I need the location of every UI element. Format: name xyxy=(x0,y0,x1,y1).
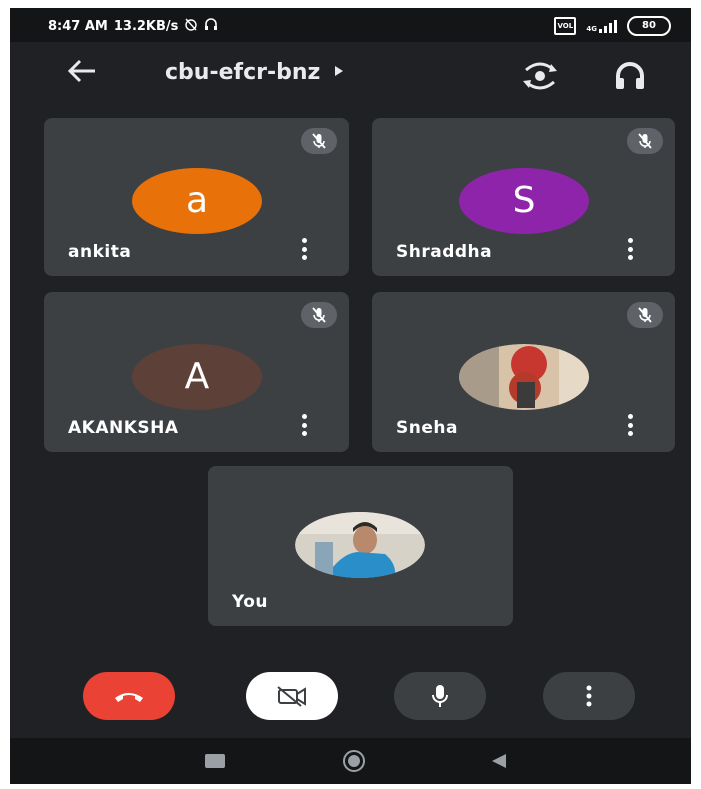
self-photo xyxy=(295,512,425,578)
alarm-off-icon xyxy=(184,17,198,35)
more-options-button[interactable] xyxy=(543,672,635,720)
dot xyxy=(301,238,307,243)
status-time: 8:47 AM xyxy=(48,18,108,34)
triangle-back-icon[interactable] xyxy=(490,752,508,774)
back-button[interactable] xyxy=(62,54,102,94)
meeting-code-button[interactable]: cbu-efcr-bnz xyxy=(165,60,344,85)
circle-icon-inner xyxy=(348,755,360,767)
status-right: VOL 4G 80 xyxy=(554,16,671,36)
call-header: cbu-efcr-bnz xyxy=(10,42,691,104)
switch-camera-button[interactable] xyxy=(520,56,560,96)
profile-photo-image xyxy=(459,344,589,410)
more-options-button[interactable] xyxy=(625,238,635,260)
status-bar: 8:47 AM 13.2KB/s VOL 4G 80 xyxy=(10,8,691,42)
hang-up-icon xyxy=(115,693,143,702)
end-call-button[interactable] xyxy=(83,672,175,720)
dot xyxy=(301,414,307,419)
square-icon[interactable] xyxy=(205,754,225,768)
self-photo-image xyxy=(295,512,425,578)
participant-name: AKANKSHA xyxy=(68,418,179,438)
dot xyxy=(301,422,307,428)
status-left: 8:47 AM 13.2KB/s xyxy=(48,17,218,35)
mic-off-icon xyxy=(627,302,663,328)
switch-camera-icon xyxy=(523,62,557,90)
headphones-icon xyxy=(616,62,644,89)
dot xyxy=(627,431,633,436)
dot xyxy=(301,255,307,260)
participant-tile[interactable]: a ankita xyxy=(44,118,349,276)
dot xyxy=(301,431,307,436)
profile-photo xyxy=(459,344,589,410)
arrow-left-icon xyxy=(67,59,95,83)
participant-tile[interactable]: S Shraddha xyxy=(372,118,675,276)
dot xyxy=(627,414,633,419)
avatar-letter: A xyxy=(184,356,210,397)
signal-icon xyxy=(599,19,617,33)
dot xyxy=(627,238,633,243)
dot xyxy=(627,255,633,260)
audio-output-button[interactable] xyxy=(610,56,650,96)
avatar-letter: a xyxy=(185,180,209,221)
avatar: S xyxy=(459,168,589,234)
signal-group: 4G xyxy=(586,19,617,33)
participant-tile[interactable]: Sneha xyxy=(372,292,675,452)
participant-tile[interactable]: A AKANKSHA xyxy=(44,292,349,452)
headset-icon xyxy=(204,17,218,35)
more-vertical-icon xyxy=(586,685,592,707)
avatar: a xyxy=(132,168,262,234)
sim-icon: VOL xyxy=(554,17,577,35)
more-options-button[interactable] xyxy=(299,238,309,260)
participant-name: Shraddha xyxy=(396,242,493,262)
circle-icon[interactable] xyxy=(343,750,365,772)
participant-name: ankita xyxy=(68,242,132,262)
participant-name: Sneha xyxy=(396,418,458,438)
phone-screen: 8:47 AM 13.2KB/s VOL 4G 80 cbu-efcr-bnz … xyxy=(10,8,691,784)
mic-icon xyxy=(432,685,448,707)
participant-name: You xyxy=(232,592,269,612)
camera-toggle-button[interactable] xyxy=(246,672,338,720)
call-controls xyxy=(10,658,691,733)
network-type: 4G xyxy=(586,25,597,33)
avatar-letter: S xyxy=(512,180,536,221)
system-nav-bar xyxy=(10,738,691,784)
mic-toggle-button[interactable] xyxy=(394,672,486,720)
caret-right-icon xyxy=(334,65,344,81)
dot xyxy=(301,246,307,252)
dot xyxy=(627,246,633,252)
mic-off-icon xyxy=(301,128,337,154)
mic-off-icon xyxy=(627,128,663,154)
more-options-button[interactable] xyxy=(299,414,309,436)
meeting-code: cbu-efcr-bnz xyxy=(165,60,321,85)
more-options-button[interactable] xyxy=(625,414,635,436)
dot xyxy=(627,422,633,428)
video-off-icon xyxy=(277,686,306,707)
network-speed: 13.2KB/s xyxy=(113,18,179,34)
self-tile[interactable]: You xyxy=(208,466,513,626)
avatar: A xyxy=(132,344,262,410)
battery-icon: 80 xyxy=(627,16,671,36)
mic-off-icon xyxy=(301,302,337,328)
